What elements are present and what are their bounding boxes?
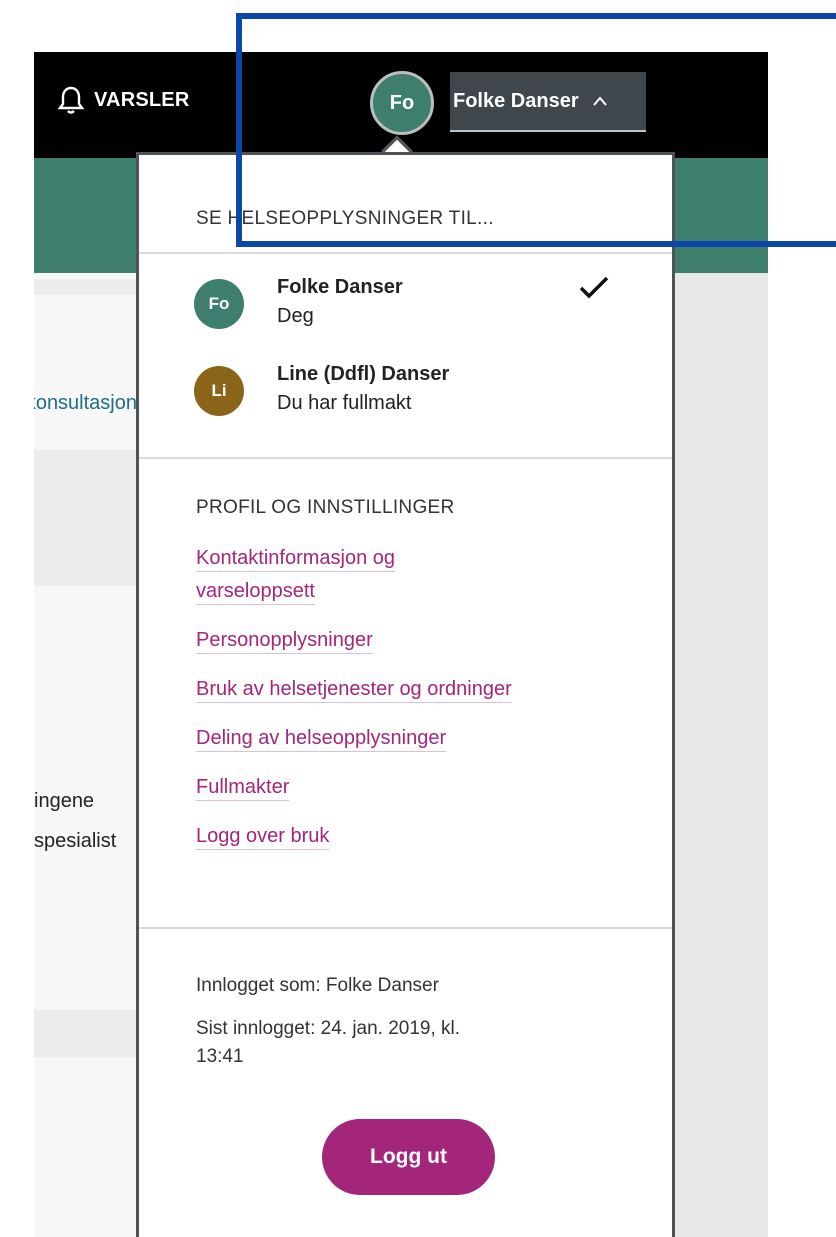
divider: [139, 927, 672, 929]
background-panel: [34, 1010, 136, 1057]
profile-links: Kontaktinformasjon og varseloppsett Pers…: [196, 545, 636, 872]
logout-button[interactable]: Logg ut: [322, 1119, 495, 1195]
bell-icon: [58, 86, 84, 114]
section-title-profile: PROFIL OG INNSTILLINGER: [196, 497, 455, 518]
person-name: Line (Ddfl) Danser: [277, 363, 450, 385]
background-text: spesialist: [34, 830, 117, 852]
link-contact-info[interactable]: varseloppsett: [196, 578, 315, 605]
user-menu-button[interactable]: Folke Danser: [450, 72, 646, 132]
person-name: Folke Danser: [277, 276, 403, 298]
divider: [139, 457, 672, 459]
person-option-self[interactable]: Fo Folke Danser Deg: [194, 273, 403, 331]
avatar: Li: [194, 366, 244, 416]
user-avatar[interactable]: Fo: [370, 71, 434, 135]
background-text: ingene: [34, 790, 95, 812]
notifications-button[interactable]: VARSLER: [58, 84, 189, 116]
link-sharing-health-info[interactable]: Deling av helseopplysninger: [196, 725, 447, 752]
link-contact-info[interactable]: Kontaktinformasjon og: [196, 545, 396, 572]
person-relation: Deg: [277, 305, 314, 327]
notifications-label: VARSLER: [94, 88, 190, 111]
user-name: Folke Danser: [453, 89, 579, 112]
last-login-time: 13:41: [196, 1046, 244, 1067]
person-relation: Du har fullmakt: [277, 392, 412, 414]
chevron-up-icon: [592, 96, 607, 106]
link-personal-info[interactable]: Personopplysninger: [196, 627, 373, 654]
last-login-text: Sist innlogget: 24. jan. 2019, kl.: [196, 1018, 461, 1039]
link-health-services[interactable]: Bruk av helsetjenester og ordninger: [196, 676, 512, 703]
background-panel: [34, 450, 136, 586]
section-title-health-info: SE HELSEOPPLYSNINGER TIL...: [196, 208, 494, 229]
background-strip: [34, 279, 136, 295]
user-dropdown-menu: SE HELSEOPPLYSNINGER TIL... Fo Folke Dan…: [136, 152, 675, 1237]
link-proxies[interactable]: Fullmakter: [196, 774, 290, 801]
right-sidebar-area: [675, 273, 768, 1237]
avatar: Fo: [194, 279, 244, 329]
divider: [139, 252, 672, 254]
checkmark-icon: [579, 276, 609, 299]
background-link[interactable]: e-konsultasjon: [34, 392, 137, 415]
person-option-proxy[interactable]: Li Line (Ddfl) Danser Du har fullmakt: [194, 360, 449, 418]
logged-in-as-text: Innlogget som: Folke Danser: [196, 975, 439, 996]
link-usage-log[interactable]: Logg over bruk: [196, 823, 330, 850]
